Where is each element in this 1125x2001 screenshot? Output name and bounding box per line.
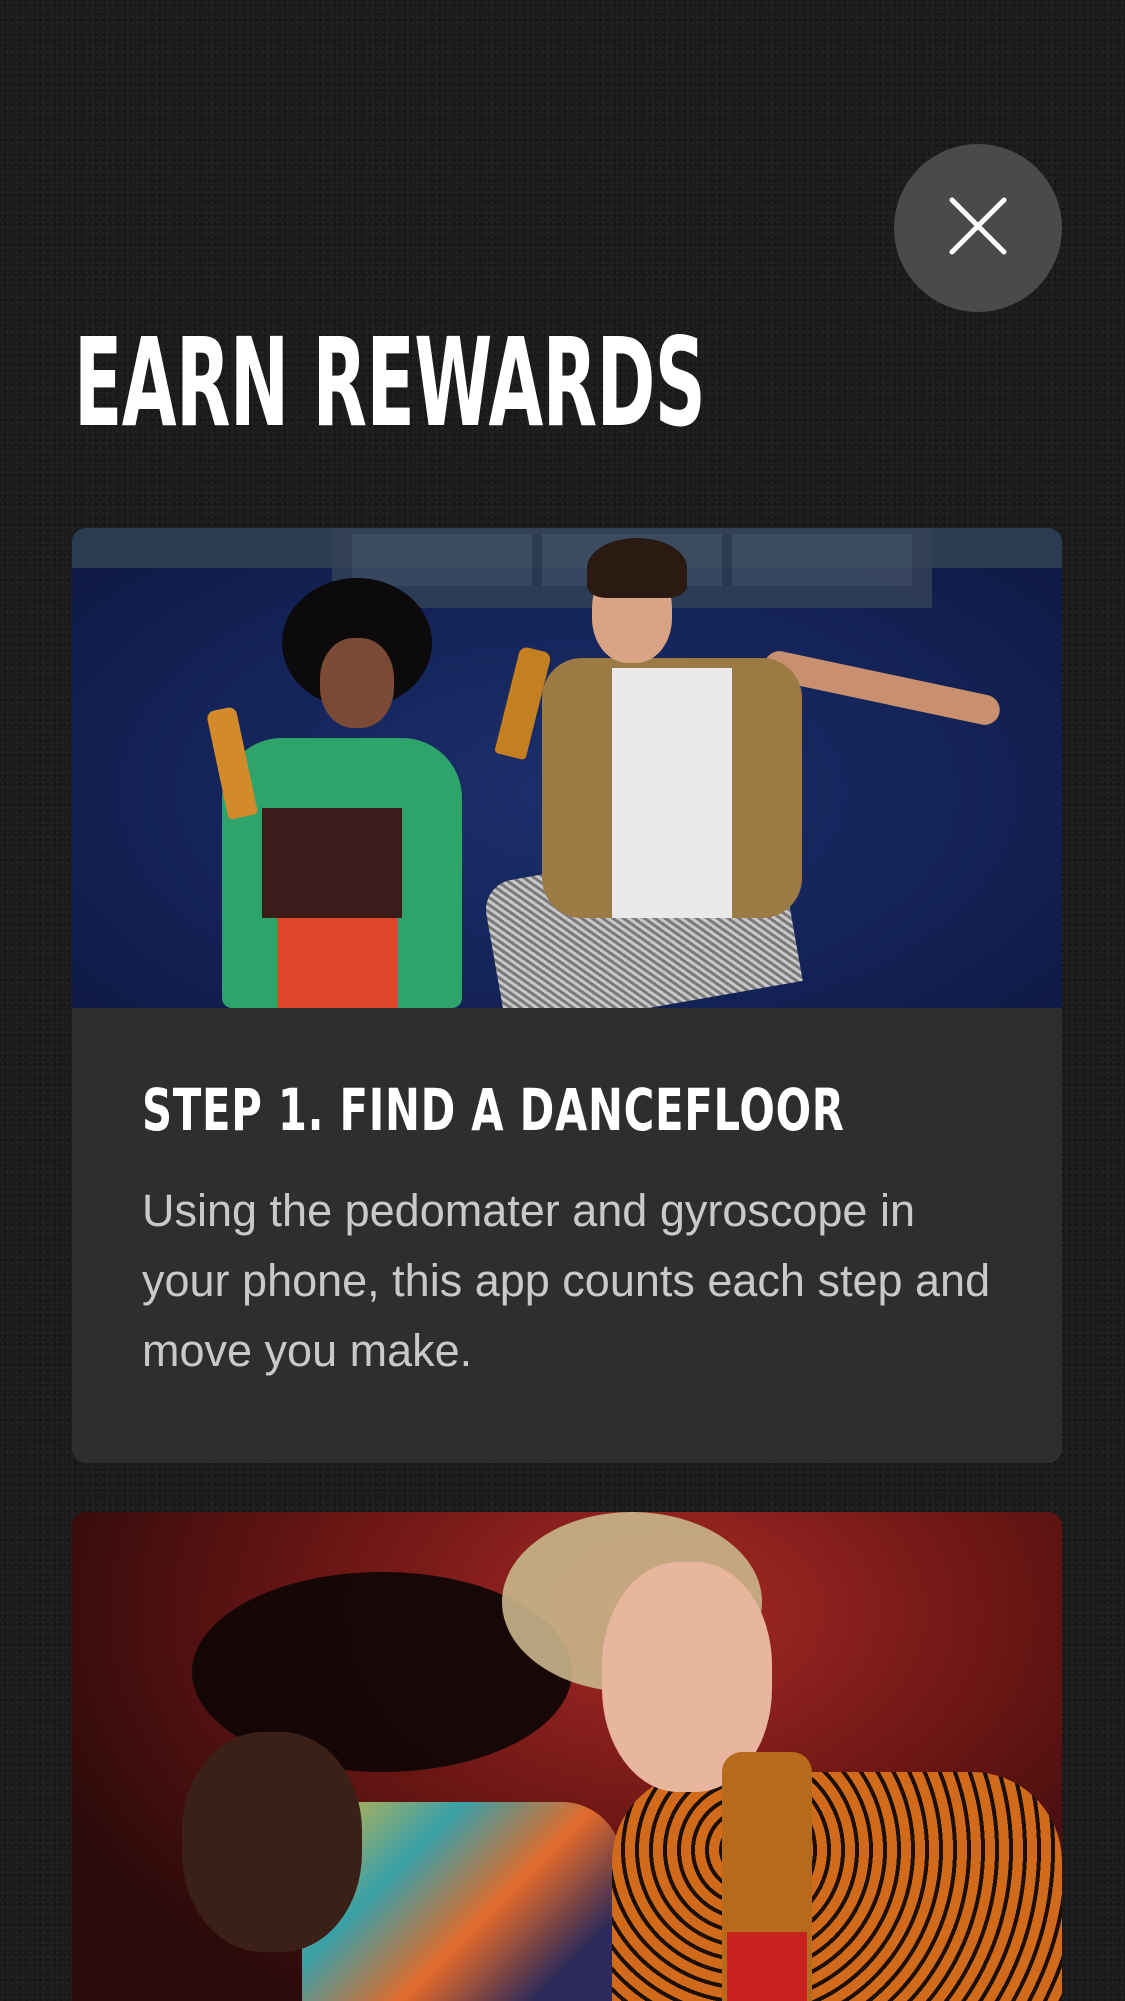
photo-detail [587, 538, 687, 598]
club-photo [72, 1512, 1062, 2001]
step-card-1[interactable]: STEP 1. FIND A DANCEFLOOR Using the pedo… [72, 528, 1062, 1463]
photo-detail [262, 808, 402, 918]
step-title: STEP 1. FIND A DANCEFLOOR [142, 1076, 845, 1144]
dancers-photo [72, 528, 1062, 1008]
step-card-2[interactable] [72, 1512, 1062, 2001]
card-body: STEP 1. FIND A DANCEFLOOR Using the pedo… [72, 1008, 1062, 1386]
photo-detail [727, 1932, 807, 2001]
close-icon [946, 194, 1010, 263]
photo-detail [277, 918, 397, 1008]
photo-detail [612, 1772, 1062, 2001]
close-button[interactable] [894, 144, 1062, 312]
photo-detail [320, 638, 394, 728]
step-description: Using the pedomater and gyroscope in you… [142, 1185, 991, 1376]
photo-detail [612, 668, 732, 918]
page-title: EARN REWARDS [74, 312, 706, 454]
photo-detail [182, 1732, 362, 1952]
